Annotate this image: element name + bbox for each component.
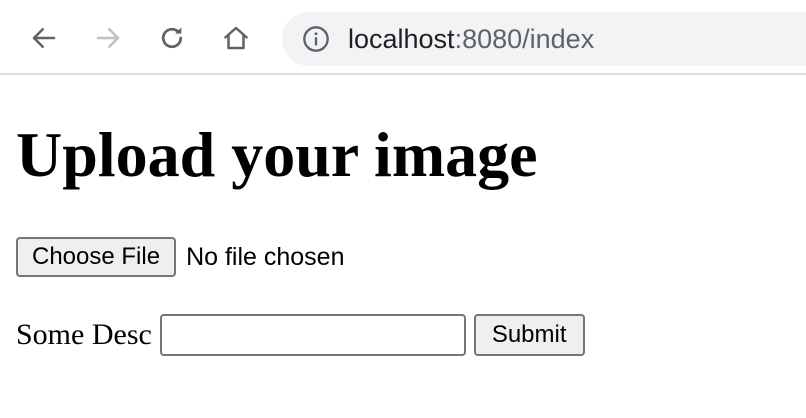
url-text[interactable]: localhost:8080/index (348, 24, 594, 54)
choose-file-button[interactable]: Choose File (16, 237, 177, 277)
home-icon (224, 26, 248, 50)
file-upload-row: Choose File No file chosen (16, 236, 345, 278)
reload-icon (161, 27, 183, 49)
arrow-left-icon (32, 28, 56, 48)
arrow-right-icon (96, 28, 120, 48)
home-button[interactable] (216, 18, 256, 58)
address-bar[interactable]: localhost:8080/index (282, 12, 806, 66)
description-label: Some Desc (16, 318, 152, 351)
back-button[interactable] (24, 18, 64, 58)
url-path: :8080/index (454, 24, 595, 54)
page-title: Upload your image (16, 119, 538, 190)
url-host: localhost (348, 24, 455, 54)
reload-button[interactable] (152, 18, 192, 58)
description-input[interactable] (159, 314, 466, 356)
info-circle-icon[interactable] (302, 25, 330, 53)
description-row: Some Desc Submit (16, 313, 585, 357)
file-status-text: No file chosen (186, 242, 345, 271)
forward-button[interactable] (88, 18, 128, 58)
submit-button[interactable]: Submit (473, 314, 585, 356)
browser-toolbar: localhost:8080/index (0, 0, 806, 75)
